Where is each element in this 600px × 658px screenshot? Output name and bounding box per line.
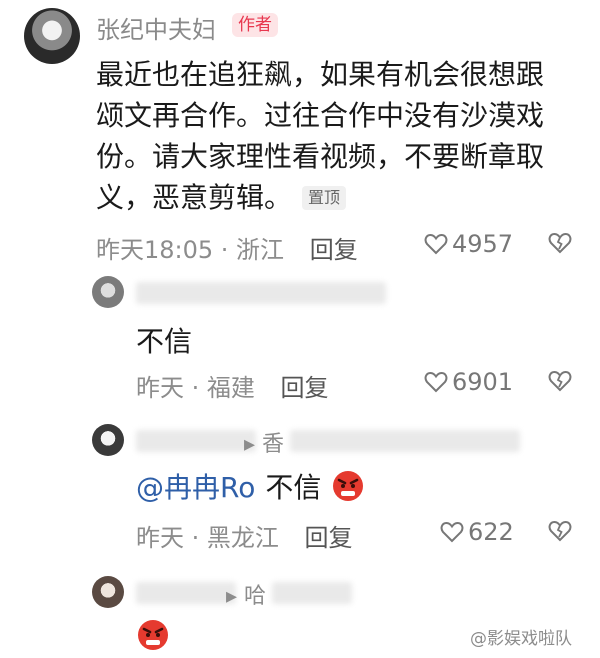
reply-body [136, 618, 170, 656]
reply-time-location: 昨天 · 黑龙江 [136, 524, 279, 552]
reply-text: 不信 [136, 325, 193, 358]
comment-meta: 昨天18:05 · 浙江 回复 [96, 230, 358, 265]
broken-heart-icon [548, 370, 572, 392]
reply-button[interactable]: 回复 [281, 374, 329, 402]
heart-icon [424, 233, 448, 255]
angry-face-emoji [138, 620, 168, 650]
author-avatar[interactable] [24, 8, 80, 64]
reply-to-target: ▸ 哈 [226, 584, 267, 609]
like-count: 4957 [452, 230, 514, 258]
reply-body: @冉冉Ro 不信 [136, 466, 365, 506]
author-badge: 作者 [232, 13, 278, 37]
dislike-button[interactable] [548, 520, 572, 546]
comment-line: 颂文再合作。过往合作中没有沙漠戏 [96, 99, 545, 132]
blurred-username [272, 582, 352, 604]
watermark: @影娱戏啦队 [470, 629, 572, 649]
reply-meta: 昨天 · 黑龙江 回复 [136, 518, 353, 553]
like-button[interactable]: 622 [440, 518, 514, 546]
dislike-button[interactable] [548, 232, 572, 258]
comment-author-name[interactable]: 张纪中夫妇 [96, 10, 216, 45]
reply-meta: 昨天 · 福建 回复 [136, 368, 329, 403]
reply-avatar[interactable] [92, 424, 124, 456]
comment-body: 最近也在追狂飙，如果有机会很想跟 颂文再合作。过往合作中没有沙漠戏 份。请大家理… [96, 54, 596, 218]
heart-icon [440, 521, 464, 543]
like-count: 622 [468, 518, 514, 546]
reply-to-target: ▸ 香 [244, 432, 285, 457]
reply-avatar[interactable] [92, 276, 124, 308]
reply-button[interactable]: 回复 [310, 236, 358, 264]
blurred-username [136, 582, 236, 604]
reply-avatar[interactable] [92, 576, 124, 608]
like-count: 6901 [452, 368, 514, 396]
comment-time-location: 昨天18:05 · 浙江 [96, 236, 285, 264]
broken-heart-icon [548, 232, 572, 254]
blurred-username [136, 430, 256, 452]
comment-line: 义，恶意剪辑。 [96, 181, 293, 214]
like-button[interactable]: 4957 [424, 230, 513, 258]
blurred-username [290, 430, 520, 452]
dislike-button[interactable] [548, 370, 572, 396]
comment-line: 最近也在追狂飙，如果有机会很想跟 [96, 58, 545, 91]
like-button[interactable]: 6901 [424, 368, 513, 396]
pinned-badge: 置顶 [302, 185, 347, 210]
reply-text: 不信 [265, 471, 322, 504]
angry-face-emoji [333, 471, 364, 501]
heart-icon [424, 371, 448, 393]
mention-link[interactable]: @冉冉Ro [136, 466, 255, 506]
broken-heart-icon [548, 520, 572, 542]
reply-button[interactable]: 回复 [305, 524, 353, 552]
reply-time-location: 昨天 · 福建 [136, 374, 255, 402]
blurred-username [136, 282, 386, 304]
comment-line: 份。请大家理性看视频，不要断章取 [96, 140, 545, 173]
